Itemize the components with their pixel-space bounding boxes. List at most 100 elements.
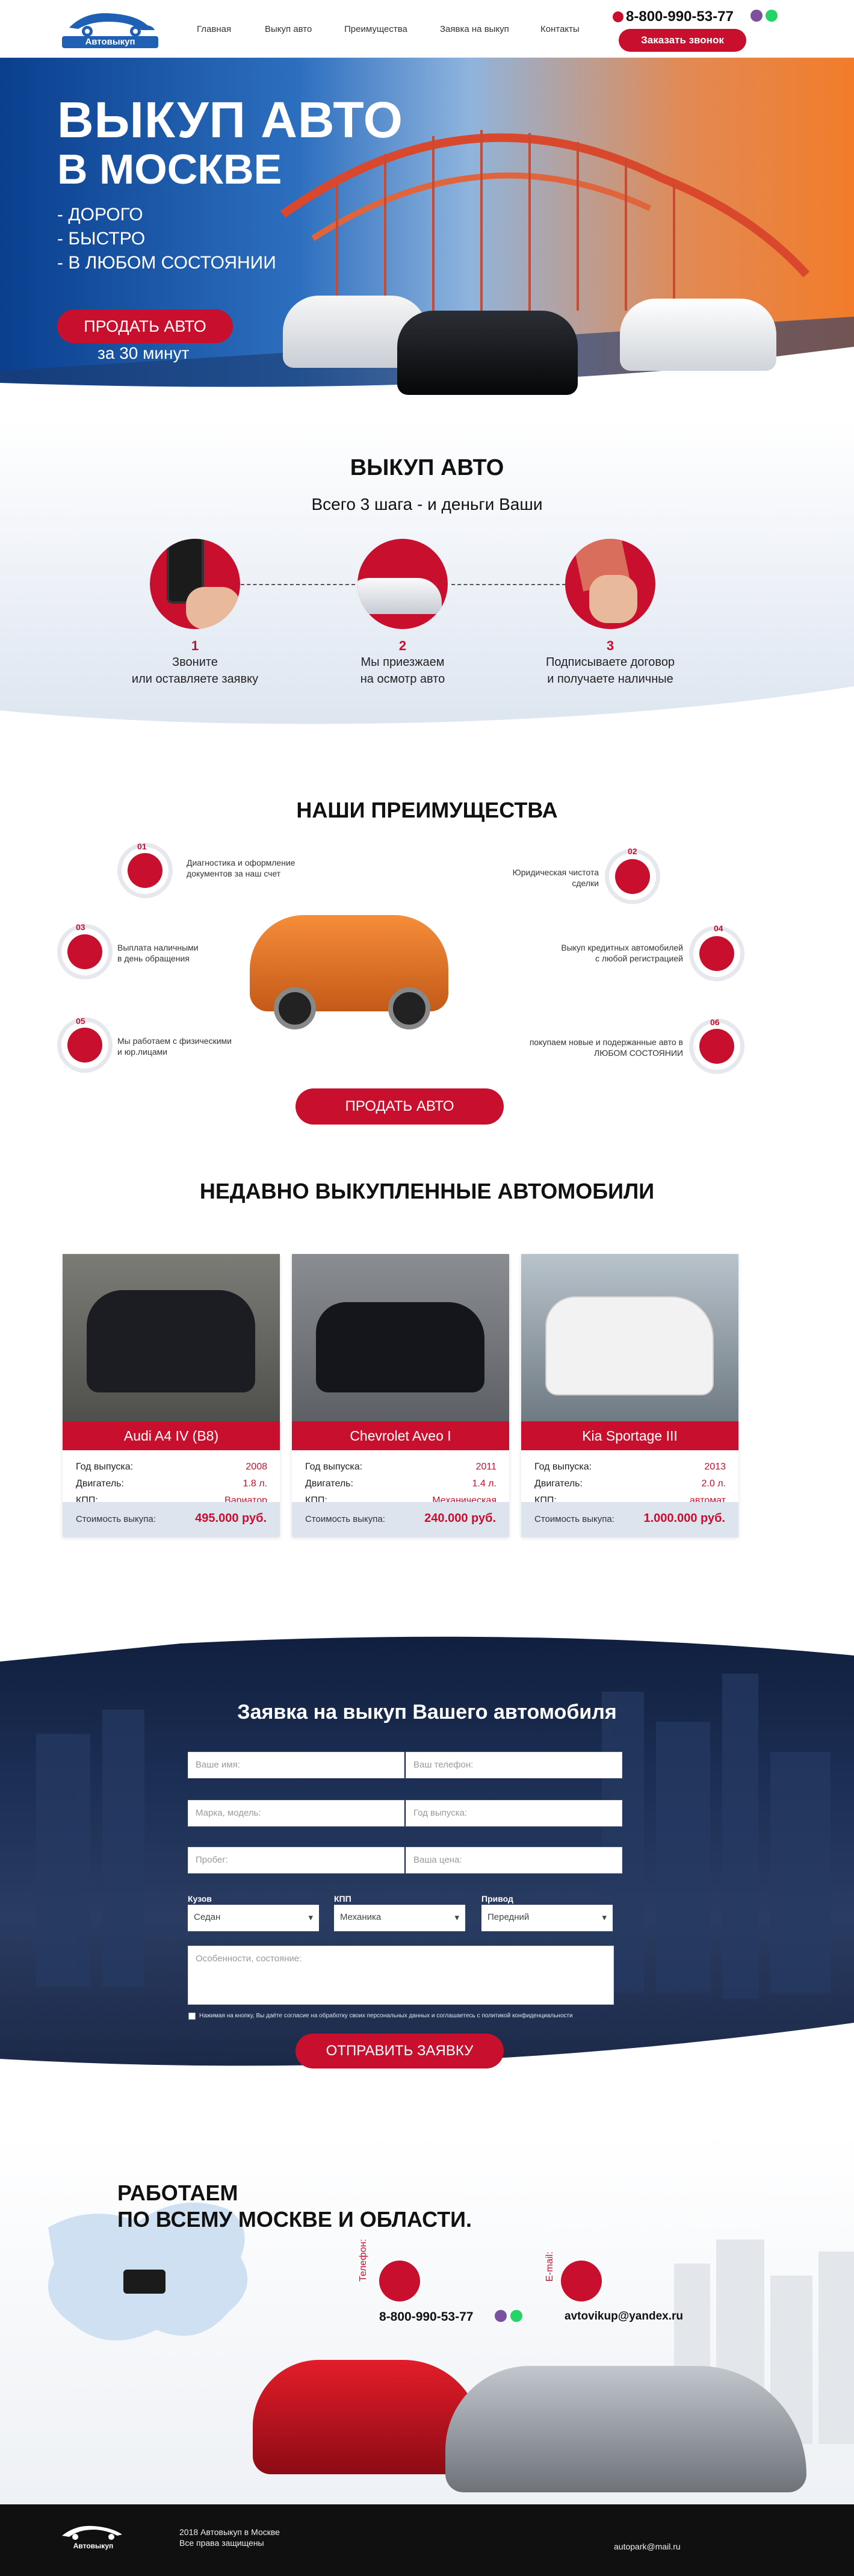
footer-logo-text: Автовыкуп	[73, 2542, 114, 2550]
form-title: Заявка на выкуп Вашего автомобиля	[237, 1701, 617, 1724]
logo[interactable]: Автовыкуп	[57, 8, 162, 49]
car-icon	[357, 578, 442, 614]
hand-icon	[589, 575, 637, 623]
gearbox-select[interactable]: Механика	[334, 1905, 465, 1931]
car-photo	[292, 1254, 509, 1421]
price-bar: Стоимость выкупа: 495.000 руб.	[63, 1502, 280, 1537]
advantage-number: 02	[628, 846, 637, 856]
advantages-sell-button[interactable]: ПРОДАТЬ АВТО	[295, 1088, 504, 1125]
phone-label: Телефон:	[358, 2239, 368, 2282]
step-3-image	[565, 539, 655, 629]
spec-label: Двигатель:	[534, 1479, 583, 1489]
whatsapp-icon[interactable]	[510, 2310, 522, 2322]
advantage-text: Мы работаем с физическими и юр.лицами	[117, 1035, 256, 1057]
step-text-line: или оставляете заявку	[131, 672, 259, 686]
phone-icon	[379, 2261, 420, 2301]
hero-sell-button[interactable]: ПРОДАТЬ АВТО	[57, 309, 233, 343]
spec-engine: Двигатель: 1.4 л.	[305, 1479, 497, 1489]
spec-year: Год выпуска: 2008	[76, 1462, 267, 1473]
step-text: Подписываете договор и получаете наличны…	[520, 654, 701, 687]
submit-request-button[interactable]: ОТПРАВИТЬ ЗАЯВКУ	[295, 2034, 504, 2069]
copyright: 2018 Автовыкуп в Москве	[179, 2527, 280, 2537]
contacts-email[interactable]: avtovikup@yandex.ru	[565, 2310, 683, 2323]
spec-value: 2.0 л.	[701, 1479, 726, 1489]
phone-icon	[613, 11, 623, 22]
viber-icon[interactable]	[495, 2310, 507, 2322]
step-2-image	[357, 539, 448, 629]
price-value: 495.000 руб.	[195, 1512, 267, 1525]
whatsapp-icon[interactable]	[766, 10, 778, 22]
contacts-title: РАБОТАЕМ	[117, 2180, 238, 2205]
car-icon	[699, 936, 734, 971]
order-call-button[interactable]: Заказать звонок	[619, 29, 746, 52]
spec-value: 2008	[246, 1462, 267, 1472]
step-connector	[241, 584, 355, 585]
drive-select[interactable]: Передний	[481, 1905, 613, 1931]
spec-value: 1.8 л.	[243, 1479, 267, 1489]
handshake-icon	[67, 1028, 102, 1063]
step-text-line: Звоните	[172, 656, 218, 669]
advantage-line: и юр.лицами	[117, 1047, 168, 1057]
footer-email[interactable]: autopark@mail.ru	[614, 2542, 681, 2551]
hand-icon	[186, 587, 240, 629]
advantage-number: 04	[714, 923, 723, 933]
advantage-text: Юридическая чистота сделки	[460, 867, 599, 889]
advantage-number: 05	[76, 1016, 85, 1026]
step-number: 1	[191, 638, 199, 653]
step-text-line: Мы приезжаем	[360, 656, 445, 669]
email-label: E-mail:	[545, 2252, 555, 2282]
car-card[interactable]: Chevrolet Aveo I Год выпуска: 2011 Двигат…	[292, 1254, 509, 1537]
advantage-02-badge	[605, 849, 660, 904]
header-phone[interactable]: 8-800-990-53-77	[626, 8, 734, 25]
nav-request[interactable]: Заявка на выкуп	[440, 24, 509, 34]
briefcase-icon	[615, 859, 650, 894]
hero-bullet: - БЫСТРО	[57, 229, 146, 249]
advantage-line: Диагностика и оформление	[187, 858, 295, 867]
car-shape	[87, 1290, 255, 1392]
name-field[interactable]: Ваше имя:	[188, 1752, 404, 1778]
nav-home[interactable]: Главная	[197, 24, 231, 34]
consent-checkbox[interactable]	[188, 2013, 196, 2020]
nav-advantages[interactable]: Преимущества	[344, 24, 407, 34]
step-text-line: на осмотр авто	[360, 672, 445, 686]
advantage-line: с любой регистрацией	[595, 954, 683, 963]
hero-bullet: - ДОРОГО	[57, 205, 143, 225]
email-icon	[561, 2261, 602, 2301]
nav-buyout[interactable]: Выкуп авто	[265, 24, 312, 34]
price-value: 240.000 руб.	[424, 1512, 496, 1525]
viber-icon[interactable]	[750, 10, 763, 22]
contacts-subtitle: ПО ВСЕМУ МОСКВЕ И ОБЛАСТИ.	[117, 2207, 472, 2232]
price-label: Стоимость выкупа:	[76, 1514, 156, 1524]
contacts-phone[interactable]: 8-800-990-53-77	[379, 2310, 473, 2324]
price-label: Стоимость выкупа:	[534, 1514, 614, 1524]
body-select[interactable]: Седан	[188, 1905, 319, 1931]
phone-field[interactable]: Ваш телефон:	[406, 1752, 622, 1778]
nav-contacts[interactable]: Контакты	[540, 24, 580, 34]
mileage-field[interactable]: Пробег:	[188, 1847, 404, 1873]
year-field[interactable]: Год выпуска:	[406, 1800, 622, 1826]
advantage-text: Диагностика и оформление документов за на…	[187, 857, 325, 879]
document-icon	[128, 853, 162, 888]
step-text-line: Подписываете договор	[545, 656, 675, 669]
advantage-number: 06	[710, 1017, 720, 1027]
hero-car-black	[397, 311, 578, 395]
advantage-04-badge	[689, 926, 744, 981]
price-field[interactable]: Ваша цена:	[406, 1847, 622, 1873]
step-number: 3	[606, 638, 614, 653]
step-connector	[451, 584, 566, 585]
steps-subtitle: Всего 3 шага - и деньги Ваши	[311, 495, 543, 514]
spec-value: 1.4 л.	[472, 1479, 497, 1489]
advantages-car-image	[250, 891, 454, 1041]
advantage-number: 01	[137, 842, 147, 851]
logo-text: Автовыкуп	[85, 37, 135, 47]
advantage-line: Мы работаем с физическими	[117, 1036, 232, 1046]
gearbox-label: КПП	[334, 1894, 351, 1904]
details-textarea[interactable]: Особенности, состояние:	[188, 1946, 614, 2005]
footer-logo[interactable]: Автовыкуп	[57, 2522, 129, 2553]
car-card[interactable]: Audi A4 IV (B8) Год выпуска: 2008 Двигате…	[63, 1254, 280, 1537]
car-card[interactable]: Kia Sportage III Год выпуска: 2013 Двигат…	[521, 1254, 738, 1537]
advantage-line: Выкуп кредитных автомобилей	[561, 943, 683, 952]
advantage-number: 03	[76, 922, 85, 932]
advantage-line: сделки	[572, 878, 599, 888]
make-model-field[interactable]: Марка, модель:	[188, 1800, 404, 1826]
